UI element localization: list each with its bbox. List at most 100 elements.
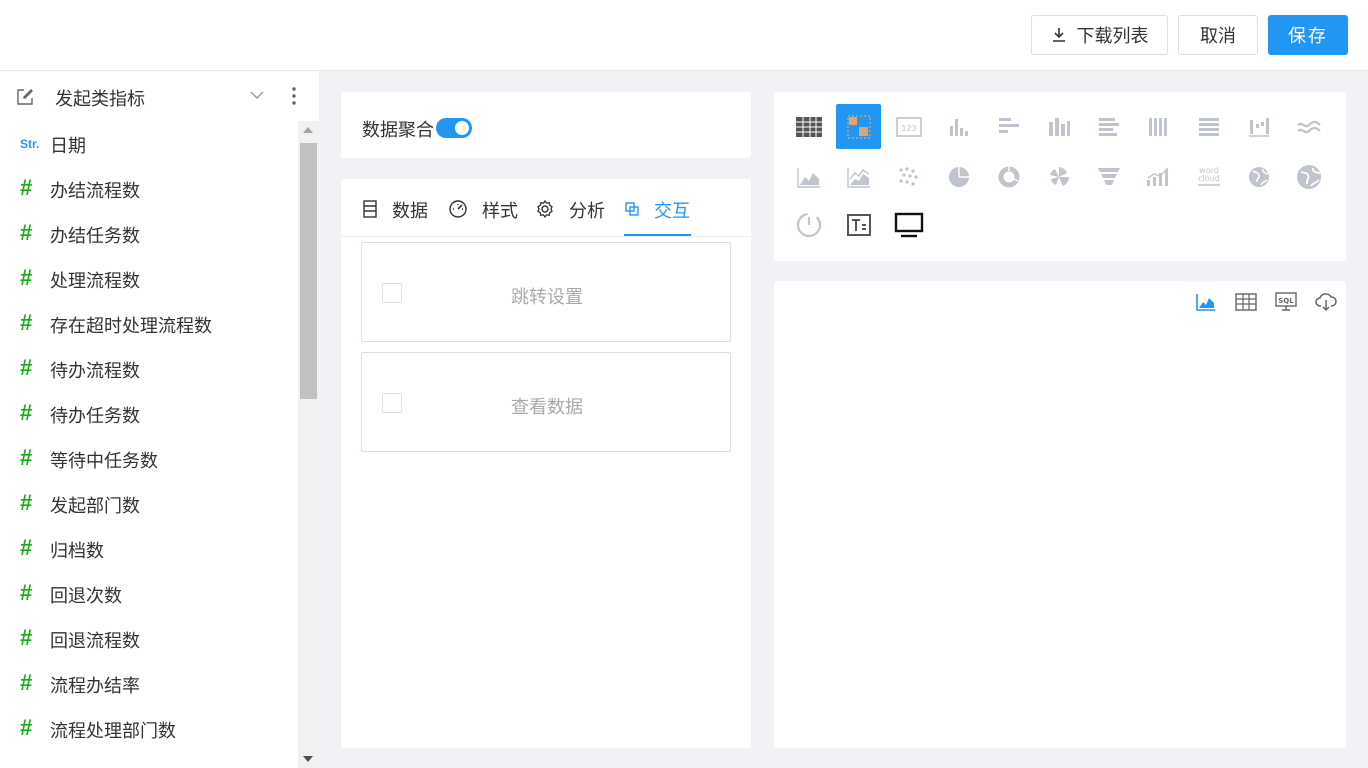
chart-type-pie[interactable]: [936, 154, 981, 199]
grouped-column-icon: [1048, 117, 1070, 136]
tab-data[interactable]: 数据: [362, 197, 428, 237]
monitor-icon: [894, 212, 923, 237]
field-label: 办结流程数: [50, 181, 140, 201]
scroll-down-arrow[interactable]: [303, 756, 313, 762]
chart-type-table[interactable]: [786, 104, 831, 149]
preview-sql-button[interactable]: SQL: [1275, 291, 1297, 313]
chart-type-column[interactable]: [936, 104, 981, 149]
more-vertical-icon[interactable]: [288, 86, 300, 106]
bar-chart-icon: [998, 117, 1019, 133]
scroll-thumb[interactable]: [300, 143, 317, 399]
donut-chart-icon: [998, 165, 1019, 187]
chart-type-bar[interactable]: [986, 104, 1031, 149]
view-data-option[interactable]: 查看数据: [361, 352, 731, 452]
dataset-selector[interactable]: 发起类指标: [0, 71, 319, 121]
cancel-label: 取消: [1200, 26, 1236, 46]
string-type-icon: Str.: [20, 137, 40, 151]
chart-type-grouped-column[interactable]: [1036, 104, 1081, 149]
field-label: 等待中任务数: [50, 451, 158, 471]
field-label: 存在超时处理流程数: [50, 316, 212, 336]
save-button[interactable]: 保存: [1268, 15, 1348, 55]
text-card-icon: [846, 213, 871, 236]
chart-type-gauge[interactable]: [786, 202, 831, 247]
chart-type-rose[interactable]: [1036, 154, 1081, 199]
field-label: 待办流程数: [50, 361, 140, 381]
field-item[interactable]: # 待办任务数: [0, 391, 298, 436]
chevron-down-icon[interactable]: [250, 90, 264, 100]
chart-type-waterfall[interactable]: [1236, 104, 1281, 149]
number-type-icon: #: [20, 580, 33, 605]
save-label: 保存: [1288, 26, 1328, 46]
field-item[interactable]: # 等待中任务数: [0, 436, 298, 481]
aggregation-card: 数据聚合: [341, 92, 751, 158]
tab-interaction[interactable]: 交互: [624, 197, 691, 236]
aggregation-label: 数据聚合: [362, 120, 434, 140]
field-label: 回退次数: [50, 586, 122, 606]
field-item[interactable]: # 归档数: [0, 526, 298, 571]
top-header: 下载列表 取消 保存: [0, 0, 1368, 71]
field-label: 流程办结率: [50, 676, 140, 696]
table-icon: [795, 116, 822, 137]
chart-type-word-cloud[interactable]: word cloud: [1186, 154, 1231, 199]
field-item[interactable]: # 回退流程数: [0, 616, 298, 661]
field-item[interactable]: # 待办流程数: [0, 346, 298, 391]
field-item[interactable]: # 发起部门数: [0, 481, 298, 526]
tab-label: 分析: [569, 201, 605, 221]
field-label: 处理流程数: [50, 271, 140, 291]
chart-type-globe[interactable]: [1236, 154, 1281, 199]
field-item[interactable]: Str. 日期: [0, 121, 298, 166]
field-item[interactable]: # 流程办结率: [0, 661, 298, 706]
edit-icon[interactable]: [16, 88, 34, 106]
dataset-title: 发起类指标: [55, 89, 145, 109]
column-chart-icon: [949, 118, 968, 136]
field-item[interactable]: # 流程处理部门数: [0, 706, 298, 751]
download-list-button[interactable]: 下载列表: [1031, 15, 1168, 55]
option-label: 查看数据: [511, 397, 583, 417]
field-item[interactable]: # 处理流程数: [0, 256, 298, 301]
rose-chart-icon: [1049, 166, 1069, 186]
config-tabs: 数据 样式 分析 交互: [341, 179, 751, 237]
field-item[interactable]: # 办结任务数: [0, 211, 298, 256]
chart-type-funnel[interactable]: [1086, 154, 1131, 199]
chart-type-monitor[interactable]: [886, 202, 931, 247]
sidebar-scrollbar[interactable]: [298, 121, 319, 768]
stacked-column-icon: [1148, 117, 1167, 136]
number-type-icon: #: [20, 625, 33, 650]
chart-preview-panel: SQL: [774, 281, 1346, 748]
preview-table-button[interactable]: [1235, 291, 1257, 313]
chart-type-world-map[interactable]: [1286, 154, 1331, 199]
chart-type-scatter[interactable]: [886, 154, 931, 199]
option-label: 跳转设置: [511, 287, 583, 307]
kpi-card-icon: 123: [895, 116, 922, 137]
copy-squares-icon: [625, 202, 639, 216]
field-item[interactable]: # 办结流程数: [0, 166, 298, 211]
chart-type-stacked-column[interactable]: [1136, 104, 1181, 149]
chart-type-text[interactable]: [836, 202, 881, 247]
aggregation-toggle[interactable]: [436, 118, 472, 138]
chart-type-wave[interactable]: [1286, 104, 1331, 149]
chart-type-kpi[interactable]: 123: [886, 104, 931, 149]
progress-bars-icon: [1146, 167, 1168, 186]
preview-chart-button[interactable]: [1195, 291, 1217, 313]
preview-download-button[interactable]: [1315, 291, 1337, 313]
chart-type-stacked-bar[interactable]: [1186, 104, 1231, 149]
globe-icon: [1248, 166, 1269, 187]
field-item[interactable]: # 存在超时处理流程数: [0, 301, 298, 346]
chart-type-progress-bars[interactable]: [1136, 154, 1181, 199]
stacked-bar-icon: [1198, 117, 1219, 136]
jump-settings-option[interactable]: 跳转设置: [361, 242, 731, 342]
chart-type-pivot[interactable]: [836, 104, 881, 149]
chart-type-area[interactable]: [786, 154, 831, 199]
number-type-icon: #: [20, 355, 33, 380]
number-type-icon: #: [20, 670, 33, 695]
chart-type-line-area[interactable]: [836, 154, 881, 199]
cancel-button[interactable]: 取消: [1178, 15, 1258, 55]
field-item[interactable]: # 回退次数: [0, 571, 298, 616]
tab-label: 样式: [482, 201, 518, 221]
scroll-up-arrow[interactable]: [303, 127, 313, 133]
chart-type-donut[interactable]: [986, 154, 1031, 199]
chart-type-horizontal-bar[interactable]: [1086, 104, 1131, 149]
cloud-download-icon: [1315, 293, 1337, 312]
tab-analysis[interactable]: 分析: [535, 197, 605, 237]
tab-style[interactable]: 样式: [448, 197, 518, 237]
